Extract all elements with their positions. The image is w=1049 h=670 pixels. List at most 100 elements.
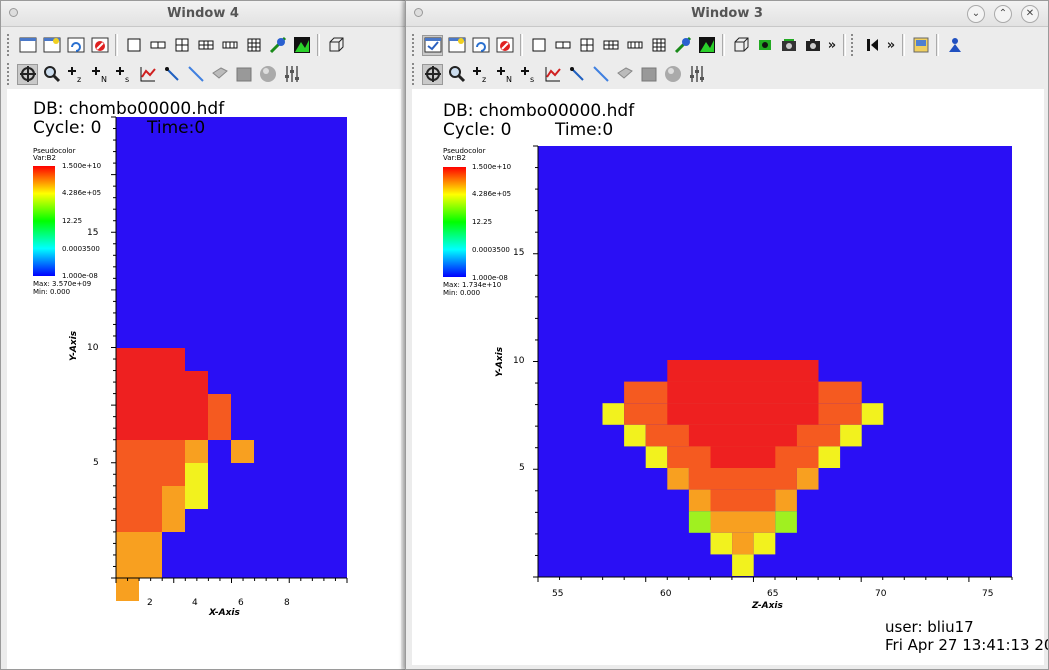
vis-canvas[interactable]: DB: chombo00000.hdf Cycle: 0 Time:0 Pseu…: [412, 89, 1048, 665]
legend-min: Min: 0.000: [33, 288, 71, 296]
layout-strip-icon[interactable]: [624, 35, 645, 56]
layout-4-icon[interactable]: [576, 35, 597, 56]
invert-icon[interactable]: [696, 35, 717, 56]
sliders-icon[interactable]: [281, 64, 302, 85]
zoom-icon[interactable]: [41, 64, 62, 85]
layout-grid-icon[interactable]: [600, 35, 621, 56]
data-cell: [710, 511, 776, 533]
data-cell: [753, 532, 776, 555]
camera-rotate-icon[interactable]: [778, 35, 799, 56]
new-window-icon[interactable]: [422, 34, 443, 56]
y-axis-title: Y-Axis: [495, 346, 506, 378]
lineout-icon[interactable]: [542, 64, 563, 85]
new-window-icon[interactable]: [17, 35, 38, 56]
ruler-icon[interactable]: [185, 64, 206, 85]
spreadsheet-icon[interactable]: s: [113, 64, 134, 85]
layout-grid-icon[interactable]: [195, 35, 216, 56]
invert-icon[interactable]: [291, 35, 312, 56]
colorbar: [33, 166, 55, 276]
navigate-icon[interactable]: [422, 63, 443, 85]
node-pick-icon[interactable]: N: [89, 64, 110, 85]
vis-canvas[interactable]: DB: chombo00000.hdf Cycle: 0 Time:0 Pseu…: [7, 89, 401, 670]
layout-strip-icon[interactable]: [219, 35, 240, 56]
box-icon[interactable]: [233, 64, 254, 85]
save-image-icon[interactable]: [910, 35, 931, 56]
x-axis-title: Z-Axis: [752, 601, 783, 611]
stop-icon[interactable]: [89, 35, 110, 56]
toolbar-grip[interactable]: [7, 34, 12, 56]
y-tick: 5: [93, 458, 99, 468]
layout-2-icon[interactable]: [552, 35, 573, 56]
layout-9-icon[interactable]: [648, 35, 669, 56]
lock-icon[interactable]: [672, 35, 693, 56]
data-cell: [208, 394, 231, 417]
maximize-icon[interactable]: ⌃: [994, 5, 1012, 23]
close-icon[interactable]: ✕: [1021, 5, 1039, 23]
window-3: Window 3 ⌄ ⌃ ✕ » » z N s DB: chombo00000…: [405, 0, 1049, 670]
navigate-icon[interactable]: [17, 63, 38, 85]
window-3-titlebar[interactable]: Window 3 ⌄ ⌃ ✕: [406, 1, 1048, 27]
layout-2-icon[interactable]: [147, 35, 168, 56]
lineout-icon[interactable]: [137, 64, 158, 85]
svg-text:z: z: [482, 75, 486, 83]
node-pick-icon[interactable]: N: [494, 64, 515, 85]
plane-icon[interactable]: [614, 64, 635, 85]
data-cell: [732, 554, 754, 576]
spreadsheet-icon[interactable]: s: [518, 64, 539, 85]
clear-icon[interactable]: [446, 35, 467, 56]
toolbar-separator: [902, 34, 905, 56]
sliders-icon[interactable]: [686, 64, 707, 85]
zoom-icon[interactable]: [446, 64, 467, 85]
zone-pick-icon[interactable]: z: [470, 64, 491, 85]
lock-icon[interactable]: [267, 35, 288, 56]
data-cell: [185, 440, 208, 463]
x-axis-title: X-Axis: [209, 608, 240, 618]
layout-1-icon[interactable]: [528, 35, 549, 56]
more-tools-icon[interactable]: »: [885, 38, 897, 53]
plane-icon[interactable]: [209, 64, 230, 85]
data-cell: [796, 468, 819, 490]
box-icon[interactable]: [638, 64, 659, 85]
sphere-icon[interactable]: [662, 64, 683, 85]
data-cell: [116, 486, 162, 509]
view-3d-icon[interactable]: [730, 35, 751, 56]
layout-4-icon[interactable]: [171, 35, 192, 56]
layout-1-icon[interactable]: [123, 35, 144, 56]
more-tools-icon[interactable]: »: [826, 38, 838, 53]
svg-text:z: z: [77, 75, 81, 83]
cycle-label: Cycle: 0: [33, 118, 102, 138]
step-back-icon[interactable]: [861, 35, 882, 56]
pseudocolor-plot[interactable]: [412, 89, 1044, 665]
data-cell: [231, 440, 254, 463]
window-4-titlebar[interactable]: Window 4: [1, 1, 405, 27]
line-icon[interactable]: [161, 64, 182, 85]
data-cell: [645, 446, 668, 468]
layout-9-icon[interactable]: [243, 35, 264, 56]
line-icon[interactable]: [566, 64, 587, 85]
stop-icon[interactable]: [494, 35, 515, 56]
clear-icon[interactable]: [41, 35, 62, 56]
x-tick: 8: [284, 598, 290, 608]
film-icon[interactable]: [754, 35, 775, 56]
pseudocolor-plot[interactable]: [7, 89, 401, 670]
zone-pick-icon[interactable]: z: [65, 64, 86, 85]
legend-tick: 0.0003500: [62, 245, 100, 253]
toolbar-grip[interactable]: [7, 63, 12, 85]
sphere-icon[interactable]: [257, 64, 278, 85]
ruler-icon[interactable]: [590, 64, 611, 85]
refresh-icon[interactable]: [65, 35, 86, 56]
minimize-icon[interactable]: ⌄: [967, 5, 985, 23]
toolbar-grip[interactable]: [412, 63, 417, 85]
data-cell: [116, 394, 208, 417]
user-icon[interactable]: [944, 35, 965, 56]
window-3-toolbar-bottom: z N s: [406, 59, 1048, 87]
data-cell: [116, 555, 162, 578]
view-3d-icon[interactable]: [325, 35, 346, 56]
data-cell: [162, 486, 185, 509]
camera-icon[interactable]: [802, 35, 823, 56]
data-cell: [116, 463, 185, 486]
toolbar-grip[interactable]: [412, 34, 417, 56]
refresh-icon[interactable]: [470, 35, 491, 56]
data-cell: [710, 446, 776, 468]
toolbar-grip[interactable]: [851, 34, 856, 56]
